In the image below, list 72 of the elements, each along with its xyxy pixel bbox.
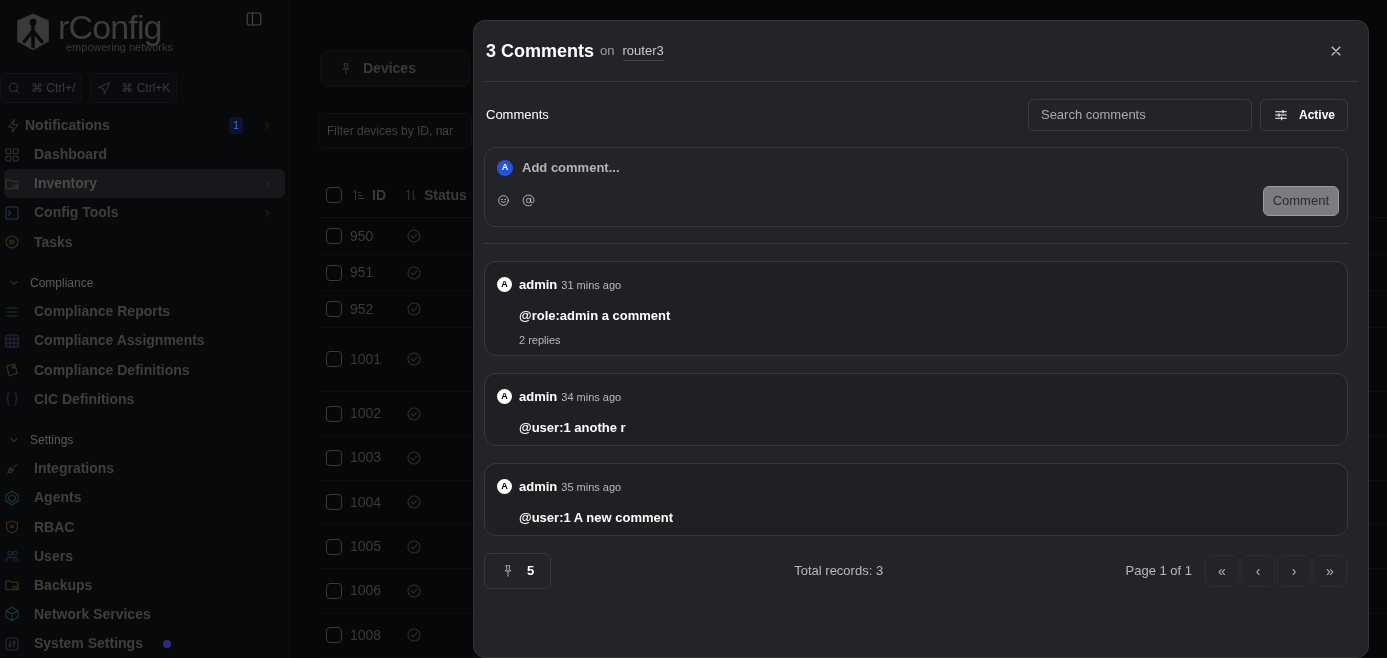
filter-field[interactable]: Filter devices by ID, nar xyxy=(318,113,472,149)
checkbox[interactable] xyxy=(326,627,342,644)
page-indicator: Page 1 of 1 xyxy=(1125,562,1192,581)
check-circle-icon xyxy=(406,538,422,555)
comment-author: admin xyxy=(519,478,558,496)
sidebar-toggle-icon xyxy=(245,10,263,28)
user-avatar: A xyxy=(497,479,512,495)
user-avatar: A xyxy=(497,389,512,405)
sidebar-toggle-button[interactable] xyxy=(245,10,263,28)
at-icon xyxy=(522,194,535,207)
total-records: Total records: 3 xyxy=(794,562,884,581)
check-circle-icon xyxy=(406,264,422,281)
cube-icon xyxy=(4,606,20,623)
checkbox[interactable] xyxy=(326,538,342,555)
device-link[interactable]: router3 xyxy=(622,40,664,62)
checkbox[interactable] xyxy=(326,494,342,511)
checkbox[interactable] xyxy=(326,187,342,204)
check-circle-icon xyxy=(406,228,422,245)
section-label: Compliance xyxy=(30,274,94,292)
section-title: Comments xyxy=(486,105,549,124)
pagination-button[interactable]: « xyxy=(1205,555,1239,587)
shield-icon xyxy=(4,519,20,536)
check-circle-icon xyxy=(406,582,422,599)
check-circle-icon xyxy=(406,449,422,466)
checkbox[interactable] xyxy=(326,351,342,368)
users-icon xyxy=(4,548,20,565)
comment-time: 34 mins ago xyxy=(561,389,622,405)
checkbox[interactable] xyxy=(326,228,342,245)
comment-author: admin xyxy=(519,276,558,294)
section-label: Settings xyxy=(30,432,74,449)
check-circle-icon xyxy=(406,301,422,318)
check-circle-icon xyxy=(406,351,422,368)
sort-ascending-icon xyxy=(352,188,366,203)
user-avatar: A xyxy=(497,159,513,176)
comment-author: admin xyxy=(519,388,558,406)
search-field[interactable]: Search comments xyxy=(1027,98,1252,131)
braces-icon xyxy=(4,391,20,408)
chevrons-circle-icon xyxy=(4,234,20,251)
search-icon xyxy=(7,81,21,96)
check-circle-icon xyxy=(406,494,422,511)
grid-icon xyxy=(4,146,20,163)
sort-icon xyxy=(404,188,418,203)
replies-link[interactable]: 2 replies xyxy=(519,332,561,349)
bolt-icon xyxy=(6,117,21,134)
count-badge: 1 xyxy=(228,117,243,134)
modal-title: 3 Comments xyxy=(486,39,595,63)
check-circle-icon xyxy=(406,627,422,644)
send-icon xyxy=(97,81,112,96)
checkbox[interactable] xyxy=(326,405,342,422)
pagination-button[interactable]: ‹ xyxy=(1241,555,1275,587)
emoji-icon xyxy=(497,194,510,207)
checkbox[interactable] xyxy=(326,449,342,466)
checkbox[interactable] xyxy=(326,301,342,318)
hexagon-icon xyxy=(4,489,20,506)
comment-text: @user:1 A new comment xyxy=(519,508,674,527)
modal-subtitle: on xyxy=(600,42,615,61)
sliders-icon xyxy=(4,635,20,652)
comment-time: 35 mins ago xyxy=(561,479,622,495)
pinned-button[interactable]: 5 xyxy=(484,553,552,589)
comment-text: @user:1 anothe r xyxy=(519,418,626,437)
table-icon xyxy=(4,332,20,349)
check-circle-icon xyxy=(406,405,422,422)
comment-time: 31 mins ago xyxy=(561,277,622,293)
checkbox[interactable] xyxy=(326,264,342,281)
tag-icon xyxy=(4,362,20,379)
user-avatar: A xyxy=(497,277,512,293)
comment-text: @role:admin a comment xyxy=(519,306,671,325)
filter-button[interactable]: Active xyxy=(1259,98,1348,131)
terminal-icon xyxy=(4,205,20,221)
pagination-button[interactable]: › xyxy=(1277,555,1311,587)
checkbox[interactable] xyxy=(326,582,342,599)
pagination-button[interactable]: » xyxy=(1313,555,1347,587)
